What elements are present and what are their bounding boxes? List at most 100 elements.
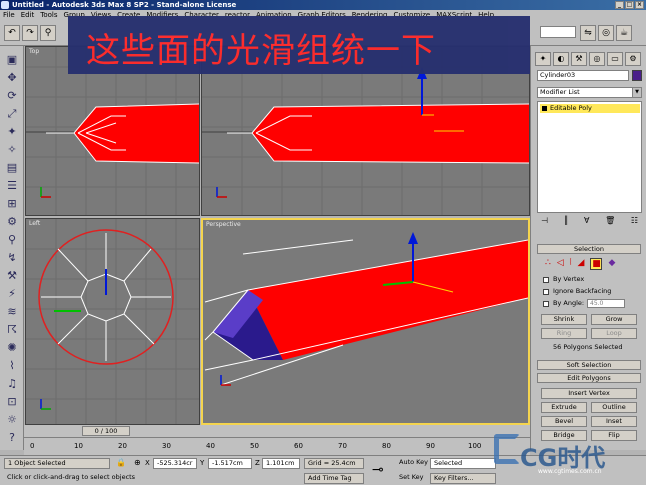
spacewarp-icon[interactable]: ⊞ [4, 196, 20, 212]
move-icon[interactable]: ✥ [4, 70, 20, 86]
polygon-active-icon[interactable]: ■ [590, 258, 603, 270]
auto-key-button[interactable]: Auto Key [396, 458, 428, 469]
show-end-result-icon[interactable]: ║ [564, 215, 569, 227]
key-filters-button[interactable]: Key Filters... [430, 473, 496, 484]
perspective-viewport-scene [204, 232, 528, 386]
time-slider[interactable]: 0 / 100 [82, 426, 130, 436]
x-coordinate-field[interactable]: -525.314cr [153, 458, 197, 469]
utilities-tab-icon[interactable]: ⚙ [625, 52, 641, 66]
modify-tab-icon[interactable]: ◐ [553, 52, 569, 66]
object-name-field[interactable]: Cylinder03 [537, 70, 629, 81]
selection-rollout-header[interactable]: Selection [537, 244, 641, 254]
bevel-button[interactable]: Bevel [541, 416, 587, 427]
selection-status: 56 Polygons Selected [553, 343, 623, 351]
menu-file[interactable]: File [0, 10, 18, 21]
track-bar[interactable]: 0 10 20 30 40 50 60 70 80 90 100 [24, 437, 530, 455]
grow-button[interactable]: Grow [591, 314, 637, 325]
shrink-button[interactable]: Shrink [541, 314, 587, 325]
help-icon[interactable]: ? [4, 430, 20, 446]
by-vertex-checkbox[interactable]: By Vertex [543, 275, 584, 284]
ring-button[interactable]: Ring [541, 328, 587, 339]
mirror-icon[interactable]: ⇋ [580, 25, 596, 41]
key-mode-dropdown[interactable]: Selected [430, 458, 496, 469]
viewport-perspective[interactable]: Perspective [201, 218, 530, 425]
watermark-url: www.cgtimes.com.cn [538, 468, 602, 475]
edge-mode-icon[interactable]: ◁ [557, 258, 564, 270]
angle-spinner[interactable]: 45.0 [587, 299, 625, 308]
stack-bullet-icon [542, 106, 547, 111]
configure-sets-icon[interactable]: ☷ [631, 215, 638, 227]
select-icon[interactable]: ▣ [4, 52, 20, 68]
chevron-down-icon: ▼ [632, 88, 641, 97]
render-icon[interactable]: ☕ [616, 25, 632, 41]
minimize-button[interactable]: _ [615, 1, 624, 9]
vertex-mode-icon[interactable]: ∴ [545, 258, 551, 270]
set-key-button[interactable]: Set Key [396, 473, 428, 484]
hair-icon[interactable]: ☈ [4, 322, 20, 338]
modifier-list-dropdown[interactable]: Modifier List ▼ [537, 87, 642, 98]
left-toolbar: ▣ ✥ ⟳ ⤢ ✦ ✧ ▤ ☰ ⊞ ⚙ ⚲ ↯ ⚒ ⚡ ≋ ☈ ✺ ⌇ ♫ ⊡ … [0, 46, 24, 450]
display-tab-icon[interactable]: ▭ [607, 52, 623, 66]
menu-tools[interactable]: Tools [37, 10, 60, 21]
cloth-icon[interactable]: ≋ [4, 304, 20, 320]
inset-button[interactable]: Inset [591, 416, 637, 427]
maximize-button[interactable]: □ [625, 1, 634, 9]
pin-stack-icon[interactable]: ⊣ [541, 215, 548, 227]
lock-selection-icon[interactable]: 🔒 [116, 458, 126, 467]
object-color-swatch[interactable] [632, 70, 642, 81]
render-setup-icon[interactable]: ⊡ [4, 394, 20, 410]
remove-modifier-icon[interactable]: 🗑 [605, 215, 615, 227]
link-icon[interactable]: ⚲ [40, 25, 56, 41]
z-coordinate-field[interactable]: 1.101cm [262, 458, 300, 469]
y-coordinate-field[interactable]: -1.517cm [208, 458, 252, 469]
light-icon[interactable]: ✧ [4, 142, 20, 158]
wire-icon[interactable]: ⌇ [4, 358, 20, 374]
motion-tab-icon[interactable]: ◎ [589, 52, 605, 66]
bone-icon[interactable]: ⚒ [4, 268, 20, 284]
modifier-stack: Editable Poly [537, 101, 642, 213]
border-mode-icon[interactable]: ⦚ [570, 258, 572, 270]
outline-button[interactable]: Outline [591, 402, 637, 413]
material-editor-icon[interactable]: ◎ [598, 25, 614, 41]
environment-icon[interactable]: ☼ [4, 412, 20, 428]
helper-icon[interactable]: ☰ [4, 178, 20, 194]
extrude-button[interactable]: Extrude [541, 402, 587, 413]
insert-vertex-button[interactable]: Insert Vertex [541, 388, 637, 399]
named-selection-dropdown[interactable] [540, 26, 576, 38]
camera-icon[interactable]: ▤ [4, 160, 20, 176]
make-unique-icon[interactable]: ∀ [584, 215, 589, 227]
shape-icon[interactable]: ✦ [4, 124, 20, 140]
polygon-mode-icon[interactable]: ◢ [578, 258, 585, 270]
reactor-icon[interactable]: ⚡ [4, 286, 20, 302]
tick-label: 30 [162, 442, 171, 450]
particle-icon[interactable]: ✺ [4, 340, 20, 356]
set-key-icon[interactable]: ⊸ [372, 462, 384, 478]
menu-edit[interactable]: Edit [18, 10, 38, 21]
loop-button[interactable]: Loop [591, 328, 637, 339]
stack-item-label: Editable Poly [550, 104, 592, 112]
tick-label: 90 [426, 442, 435, 450]
sound-icon[interactable]: ♫ [4, 376, 20, 392]
scale-icon[interactable]: ⤢ [4, 106, 20, 122]
stack-item-editable-poly[interactable]: Editable Poly [540, 104, 640, 113]
element-mode-icon[interactable]: ◆ [608, 258, 615, 270]
ignore-backfacing-checkbox[interactable]: Ignore Backfacing [543, 287, 611, 296]
soft-selection-rollout-header[interactable]: Soft Selection [537, 360, 641, 370]
rotate-icon[interactable]: ⟳ [4, 88, 20, 104]
viewport-left[interactable]: Left [25, 218, 200, 425]
edit-polygons-rollout-header[interactable]: Edit Polygons [537, 373, 641, 383]
absolute-mode-icon[interactable]: ⊕ [134, 458, 141, 467]
systems-icon[interactable]: ⚙ [4, 214, 20, 230]
snap-icon[interactable]: ⚲ [4, 232, 20, 248]
undo-icon[interactable]: ↶ [4, 25, 20, 41]
create-tab-icon[interactable]: ✦ [535, 52, 551, 66]
tick-label: 20 [118, 442, 127, 450]
close-button[interactable]: × [635, 1, 644, 9]
hierarchy-tab-icon[interactable]: ⚒ [571, 52, 587, 66]
align-icon[interactable]: ↯ [4, 250, 20, 266]
redo-icon[interactable]: ↷ [22, 25, 38, 41]
tick-label: 0 [30, 442, 35, 450]
by-angle-checkbox[interactable]: By Angle: [543, 299, 584, 308]
add-time-tag-button[interactable]: Add Time Tag [304, 473, 364, 484]
modifier-list-label: Modifier List [540, 88, 580, 96]
